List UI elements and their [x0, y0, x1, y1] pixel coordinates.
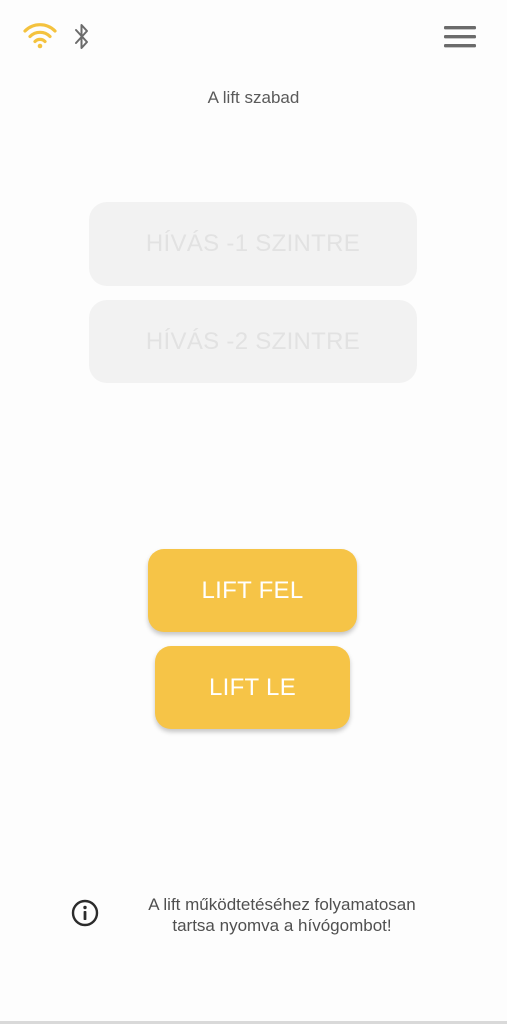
info-icon: [71, 899, 99, 927]
info-text-line-2: tartsa nyomva a hívógombot!: [172, 916, 392, 935]
info-notice: A lift működtetéséhez folyamatosan tarts…: [60, 894, 460, 944]
lift-up-button[interactable]: LIFT FEL: [148, 549, 357, 632]
lift-down-button[interactable]: LIFT LE: [155, 646, 350, 729]
call-level-minus-2-button[interactable]: HÍVÁS -2 SZINTRE: [89, 300, 417, 383]
menu-icon[interactable]: [440, 22, 478, 52]
info-text-line-1: A lift működtetéséhez folyamatosan: [148, 895, 416, 914]
call-level-minus-1-button[interactable]: HÍVÁS -1 SZINTRE: [89, 202, 417, 286]
app-screen: A lift szabad HÍVÁS -1 SZINTRE HÍVÁS -2 …: [0, 0, 507, 1021]
wifi-icon: [23, 23, 57, 49]
lift-status-text: A lift szabad: [207, 88, 300, 107]
bluetooth-icon: [75, 24, 88, 49]
info-text: A lift működtetéséhez folyamatosan tarts…: [112, 894, 452, 936]
